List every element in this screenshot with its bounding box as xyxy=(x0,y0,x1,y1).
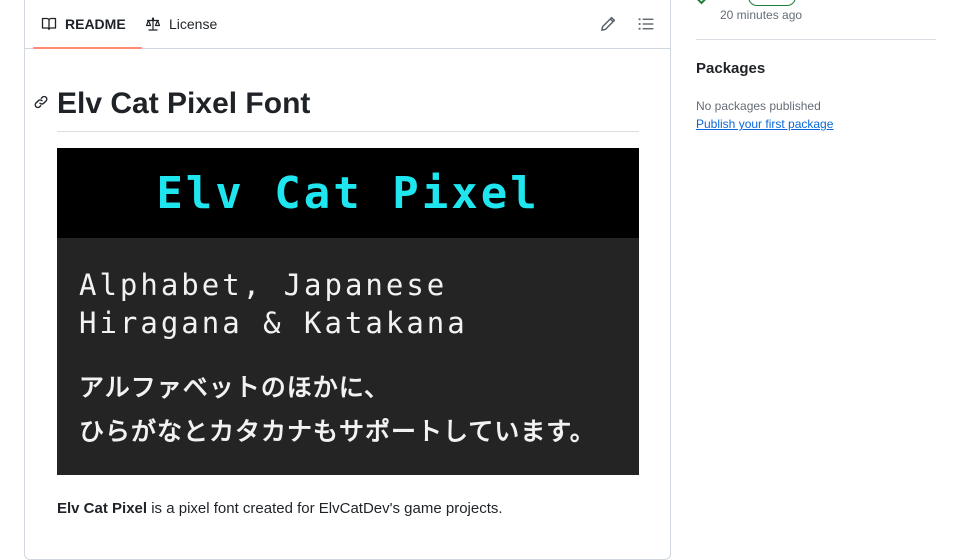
tab-readme-label: README xyxy=(65,16,126,32)
readme-description: Elv Cat Pixel is a pixel font created fo… xyxy=(57,500,503,517)
readme-title: Elv Cat Pixel Font xyxy=(57,87,311,120)
sidebar-divider xyxy=(696,39,936,40)
banner-jp-line-1: アルファベットのほかに、 xyxy=(79,373,391,402)
readme-tabbar: README License xyxy=(25,0,670,49)
book-icon xyxy=(41,16,57,32)
tab-license-label: License xyxy=(169,16,218,32)
tab-readme[interactable]: README xyxy=(33,0,142,49)
banner-japanese-text: アルファベットのほかに、 ひらがなとカタカナもサポートしています。 xyxy=(79,366,596,454)
title-divider xyxy=(57,131,639,132)
banner-header: Elv Cat Pixel xyxy=(57,148,639,238)
check-icon xyxy=(696,0,710,6)
law-scale-icon xyxy=(145,16,161,32)
link-icon[interactable] xyxy=(33,94,49,110)
banner-title: Elv Cat Pixel xyxy=(156,167,540,219)
banner-english-text: Alphabet, Japanese Hiragana & Katakana xyxy=(79,266,468,342)
status-time: 20 minutes ago xyxy=(720,8,803,22)
description-bold: Elv Cat Pixel xyxy=(57,500,148,517)
publish-package-link[interactable]: Publish your first package xyxy=(696,117,833,131)
packages-heading: Packages xyxy=(696,60,766,77)
banner-line-2: Hiragana & Katakana xyxy=(79,306,468,340)
banner-image: Elv Cat Pixel Alphabet, Japanese Hiragan… xyxy=(57,148,639,475)
readme-panel: README License Elv Cat Pixel Font Elv Ca… xyxy=(24,0,671,560)
description-text: is a pixel font created for ElvCatDev's … xyxy=(147,500,503,517)
status-badge xyxy=(748,0,796,6)
banner-line-1: Alphabet, Japanese xyxy=(79,268,448,302)
banner-jp-line-2: ひらがなとカタカナもサポートしています。 xyxy=(79,417,596,446)
list-unordered-icon[interactable] xyxy=(637,15,655,33)
tab-license[interactable]: License xyxy=(145,0,217,48)
packages-empty-text: No packages published xyxy=(696,99,821,113)
sidebar-status: 20 minutes ago xyxy=(696,0,936,30)
pencil-icon[interactable] xyxy=(599,15,617,33)
